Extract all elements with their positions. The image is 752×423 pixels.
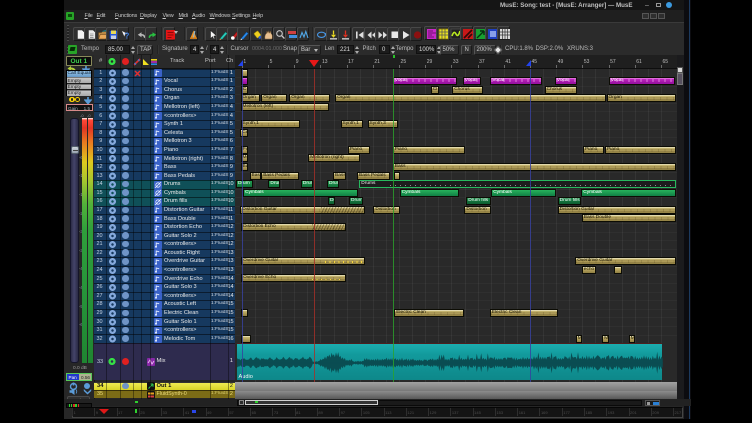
svg-text:?: ?	[124, 31, 129, 40]
